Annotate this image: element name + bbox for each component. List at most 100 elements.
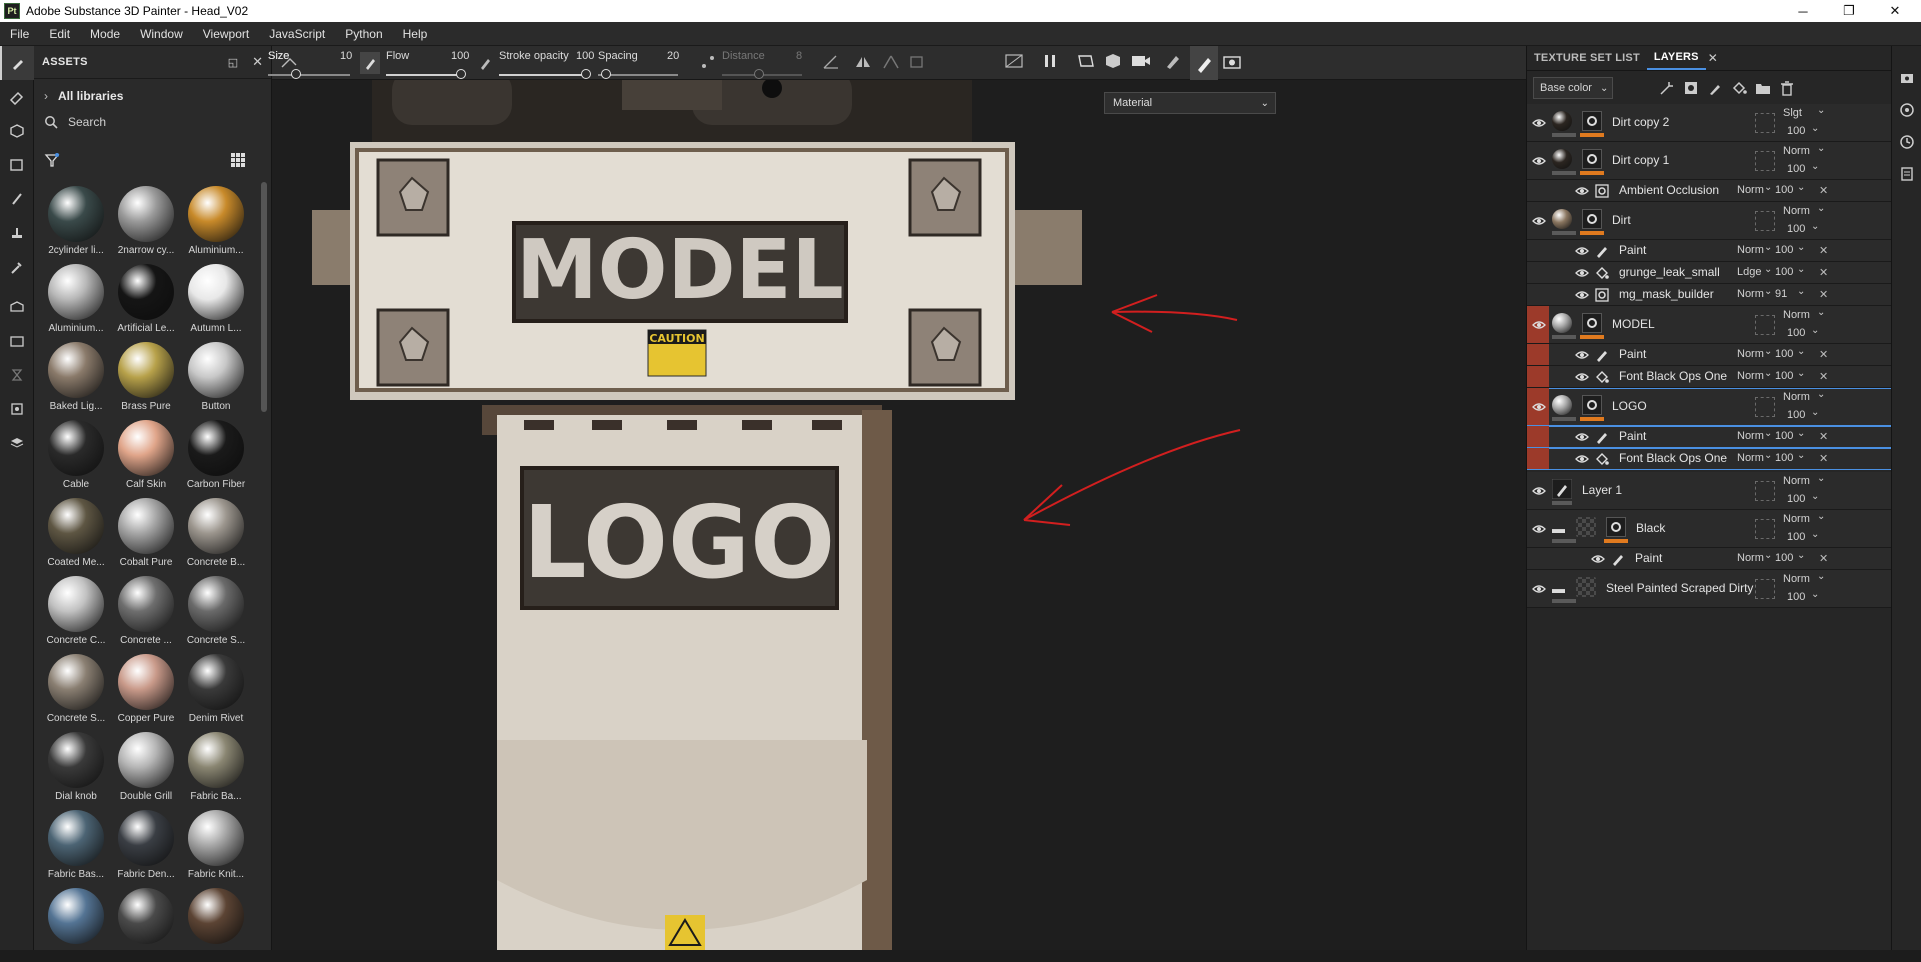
menu-file[interactable]: File bbox=[0, 27, 39, 41]
menu-window[interactable]: Window bbox=[130, 27, 193, 41]
mask-thumbnail[interactable] bbox=[1582, 149, 1602, 169]
remove-effect-icon[interactable]: ✕ bbox=[1819, 348, 1828, 361]
menu-viewport[interactable]: Viewport bbox=[193, 27, 259, 41]
opacity-value[interactable]: 100 bbox=[1775, 452, 1793, 464]
visibility-eye-icon[interactable] bbox=[1575, 246, 1589, 256]
layer-row[interactable]: Dirt copy 1 Norm ⌄ 100 ⌄ bbox=[1527, 142, 1892, 180]
remove-effect-icon[interactable]: ✕ bbox=[1819, 552, 1828, 565]
mask-thumbnail[interactable] bbox=[1582, 209, 1602, 229]
stroke-opacity-slider[interactable] bbox=[499, 74, 587, 76]
maximize-button[interactable]: ❐ bbox=[1826, 0, 1872, 22]
physics-brush-icon[interactable] bbox=[1164, 52, 1182, 73]
add-fill-layer-icon[interactable] bbox=[1731, 80, 1747, 96]
bake-tool[interactable] bbox=[0, 290, 34, 324]
blend-mode-select[interactable]: Norm bbox=[1737, 452, 1764, 464]
hide-ui-icon[interactable] bbox=[1004, 52, 1024, 73]
opacity-value[interactable]: 100 bbox=[1787, 591, 1805, 603]
asset-thumbnail[interactable]: Aluminium... bbox=[182, 182, 250, 260]
blend-mode-select[interactable]: Norm bbox=[1737, 430, 1764, 442]
asset-thumbnail[interactable]: Fabric Knit... bbox=[182, 806, 250, 884]
distance-slider-knob[interactable] bbox=[754, 69, 764, 79]
opacity-value[interactable]: 100 bbox=[1787, 531, 1805, 543]
polygon-fill-tool[interactable] bbox=[0, 148, 34, 182]
viewport-channel-select[interactable]: Material ⌄ bbox=[1104, 92, 1276, 114]
smudge-tool[interactable] bbox=[0, 182, 34, 216]
visibility-eye-icon[interactable] bbox=[1575, 350, 1589, 360]
visibility-eye-icon[interactable] bbox=[1532, 118, 1546, 128]
asset-thumbnail[interactable]: Fabric Bas... bbox=[42, 806, 110, 884]
blend-mode-select[interactable]: Norm bbox=[1783, 309, 1810, 321]
stabilizer-icon[interactable] bbox=[822, 54, 840, 73]
opacity-value[interactable]: 100 bbox=[1775, 244, 1793, 256]
opacity-value[interactable]: 91 bbox=[1775, 288, 1787, 300]
layer-row[interactable]: ▬ Steel Painted Scraped Dirty Norm ⌄ 100 ⌄ bbox=[1527, 570, 1892, 608]
asset-thumbnail[interactable]: Concrete ... bbox=[112, 572, 180, 650]
blend-mode-select[interactable]: Norm bbox=[1737, 288, 1764, 300]
camera-view-3d-icon[interactable] bbox=[1104, 52, 1122, 73]
effect-row[interactable]: Paint Norm ⌄ 100 ⌄ ✕ bbox=[1527, 548, 1892, 570]
opacity-value[interactable]: 100 bbox=[1787, 163, 1805, 175]
camera-icon[interactable] bbox=[1130, 52, 1152, 73]
opacity-value[interactable]: 100 bbox=[1775, 266, 1793, 278]
remove-effect-icon[interactable]: ✕ bbox=[1819, 244, 1828, 257]
size-value[interactable]: 10 bbox=[340, 50, 352, 62]
visibility-eye-icon[interactable] bbox=[1591, 554, 1605, 564]
spacing-slider-knob[interactable] bbox=[601, 69, 611, 79]
add-paint-layer-icon[interactable] bbox=[1707, 80, 1723, 96]
remove-effect-icon[interactable]: ✕ bbox=[1819, 370, 1828, 383]
effect-row[interactable]: Font Black Ops One Norm ⌄ 100 ⌄ ✕ bbox=[1527, 448, 1892, 470]
display-settings[interactable] bbox=[0, 392, 34, 426]
opacity-value[interactable]: 100 bbox=[1787, 223, 1805, 235]
mirror-y-icon[interactable] bbox=[882, 54, 900, 73]
opacity-value[interactable]: 100 bbox=[1775, 348, 1793, 360]
pen-pressure-size-button[interactable] bbox=[360, 52, 380, 74]
opacity-value[interactable]: 100 bbox=[1787, 327, 1805, 339]
layer-mask-slot[interactable] bbox=[1755, 397, 1775, 417]
close-tab-icon[interactable]: ✕ bbox=[1708, 51, 1718, 65]
asset-thumbnail[interactable]: 2narrow cy... bbox=[112, 182, 180, 260]
channel-select[interactable]: Base color ⌄ bbox=[1533, 77, 1613, 99]
asset-thumbnail[interactable]: Cobalt Pure bbox=[112, 494, 180, 572]
menu-mode[interactable]: Mode bbox=[80, 27, 130, 41]
effect-row[interactable]: Paint Norm ⌄ 100 ⌄ ✕ bbox=[1527, 240, 1892, 262]
size-slider[interactable] bbox=[268, 74, 350, 76]
opacity-value[interactable]: 100 bbox=[1787, 493, 1805, 505]
effect-row[interactable]: grunge_leak_small Ldge ⌄ 100 ⌄ ✕ bbox=[1527, 262, 1892, 284]
projection-tool[interactable] bbox=[0, 114, 34, 148]
asset-thumbnail[interactable]: Copper Pure bbox=[112, 650, 180, 728]
visibility-eye-icon[interactable] bbox=[1575, 432, 1589, 442]
size-slider-knob[interactable] bbox=[291, 69, 301, 79]
layer-mask-slot[interactable] bbox=[1755, 481, 1775, 501]
layer-mask-slot[interactable] bbox=[1755, 519, 1775, 539]
asset-thumbnail[interactable]: Carbon Fiber bbox=[182, 416, 250, 494]
asset-thumbnail[interactable]: Concrete B... bbox=[182, 494, 250, 572]
3d-viewport[interactable]: MODEL CAUTION LOGO bbox=[272, 80, 1526, 950]
close-panel-icon[interactable]: ✕ bbox=[252, 54, 263, 70]
visibility-eye-icon[interactable] bbox=[1575, 268, 1589, 278]
stroke-opacity-value[interactable]: 100 bbox=[576, 50, 594, 62]
visibility-eye-icon[interactable] bbox=[1575, 186, 1589, 196]
paint-brush-tool[interactable] bbox=[0, 46, 34, 80]
opacity-value[interactable]: 100 bbox=[1775, 552, 1793, 564]
undock-icon[interactable]: ◱ bbox=[228, 56, 238, 69]
remove-effect-icon[interactable]: ✕ bbox=[1819, 430, 1828, 443]
asset-thumbnail[interactable]: Denim Rivet bbox=[182, 650, 250, 728]
camera-view-2d-icon[interactable] bbox=[1076, 52, 1096, 73]
effect-row[interactable]: Ambient Occlusion Norm ⌄ 100 ⌄ ✕ bbox=[1527, 180, 1892, 202]
asset-thumbnail[interactable] bbox=[42, 884, 110, 962]
opacity-value[interactable]: 100 bbox=[1775, 184, 1793, 196]
delete-layer-icon[interactable] bbox=[1779, 80, 1795, 96]
layer-row[interactable]: Dirt copy 2 Slgt ⌄ 100 ⌄ bbox=[1527, 104, 1892, 142]
asset-thumbnail[interactable]: Coated Me... bbox=[42, 494, 110, 572]
asset-thumbnail[interactable]: Cable bbox=[42, 416, 110, 494]
effect-row[interactable]: Font Black Ops One Norm ⌄ 100 ⌄ ✕ bbox=[1527, 366, 1892, 388]
asset-thumbnail[interactable] bbox=[112, 884, 180, 962]
folder-icon[interactable]: ▬ bbox=[1552, 581, 1565, 596]
spacing-value[interactable]: 20 bbox=[667, 50, 679, 62]
pen-pressure-flow-button[interactable] bbox=[478, 54, 492, 75]
add-group-icon[interactable] bbox=[1755, 80, 1771, 96]
asset-thumbnail[interactable]: Concrete S... bbox=[42, 650, 110, 728]
asset-thumbnail[interactable] bbox=[182, 884, 250, 962]
layer-row[interactable]: Layer 1 Norm ⌄ 100 ⌄ bbox=[1527, 472, 1892, 510]
filter-icon[interactable] bbox=[44, 152, 60, 171]
